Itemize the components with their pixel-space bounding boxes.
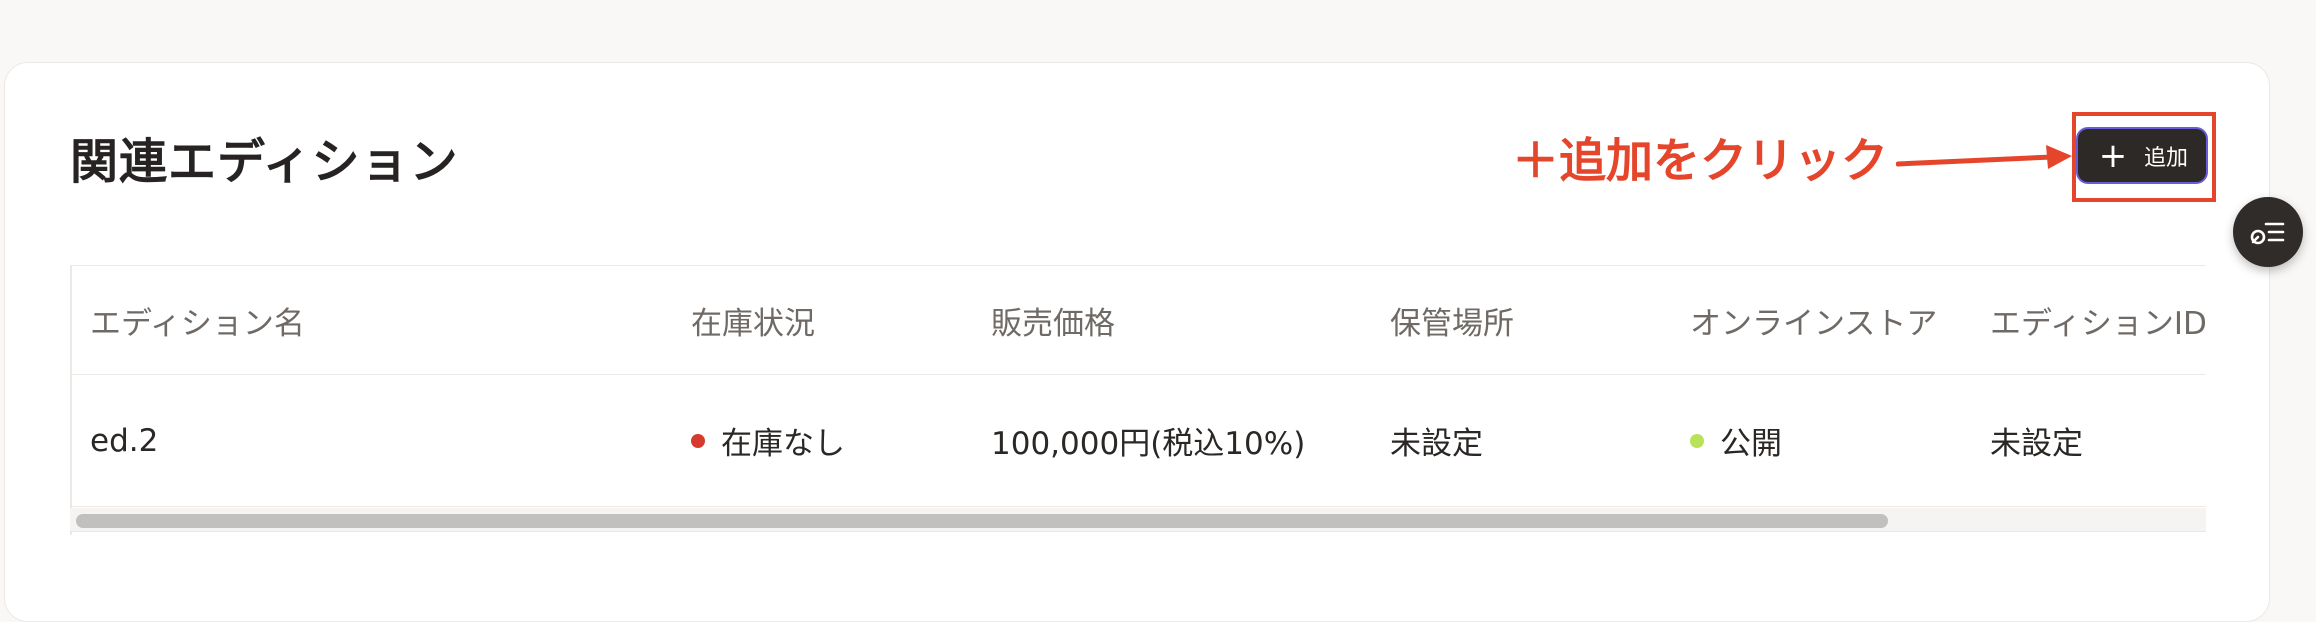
edition-name-cell: ed.2 xyxy=(90,422,159,459)
price-cell: 100,000円(税込10%) xyxy=(991,426,1306,462)
annotation-arrow-icon xyxy=(1896,145,2072,169)
add-edition-button[interactable]: + 追加 xyxy=(2076,127,2208,184)
published-dot-icon xyxy=(1690,433,1704,448)
list-icon xyxy=(2250,222,2285,245)
stock-status-label: 在庫なし xyxy=(721,426,845,462)
editions-table: エディション名 在庫状況 販売価格 保管場所 オンラインストア エディションID… xyxy=(70,265,2206,535)
table-header: エディション名 在庫状況 販売価格 保管場所 オンラインストア エディションID xyxy=(70,265,2206,375)
online-store-cell: 公開 xyxy=(1690,375,1782,506)
stock-status-cell: 在庫なし xyxy=(691,375,845,506)
out-of-stock-dot-icon xyxy=(691,433,705,448)
horizontal-scrollbar[interactable] xyxy=(70,508,2206,532)
edition-id-cell: 未設定 xyxy=(1990,426,2083,462)
table-row[interactable]: ed.2 在庫なし 100,000円(税込10%) 未設定 公開 未設定 xyxy=(70,375,2206,507)
plus-icon: + xyxy=(2098,135,2128,176)
column-header-stock-status[interactable]: 在庫状況 xyxy=(691,266,815,374)
online-store-label: 公開 xyxy=(1720,426,1782,462)
column-header-edition-name[interactable]: エディション名 xyxy=(90,266,305,374)
page-title: 関連エディション xyxy=(70,134,459,190)
scrollbar-thumb[interactable] xyxy=(76,514,1888,528)
column-header-edition-id[interactable]: エディションID xyxy=(1990,266,2206,374)
column-header-price[interactable]: 販売価格 xyxy=(991,266,1115,374)
add-button-label: 追加 xyxy=(2144,145,2189,171)
storage-location-cell: 未設定 xyxy=(1390,426,1483,462)
table-left-border xyxy=(70,265,72,535)
floating-menu-button[interactable] xyxy=(2233,197,2303,267)
column-header-online-store[interactable]: オンラインストア xyxy=(1690,266,1937,374)
column-header-storage-location[interactable]: 保管場所 xyxy=(1390,266,1514,374)
annotation-text: ＋追加をクリック xyxy=(1512,134,1888,189)
